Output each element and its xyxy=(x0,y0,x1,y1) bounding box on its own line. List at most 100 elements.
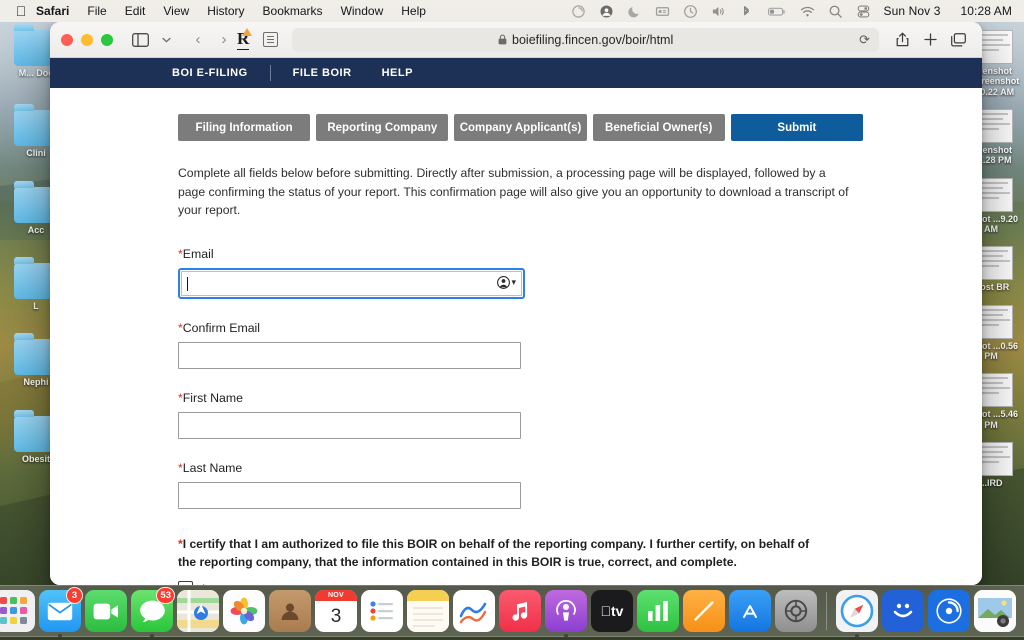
dock-item-notes[interactable] xyxy=(407,590,449,632)
text-cursor xyxy=(187,276,188,291)
reeder-extension-icon[interactable]: R xyxy=(237,28,253,50)
music-icon xyxy=(499,590,541,632)
menu-item-window[interactable]: Window xyxy=(332,4,393,18)
menu-item-safari[interactable]: Safari xyxy=(34,4,78,18)
screen-recording-icon[interactable] xyxy=(571,4,586,19)
menu-bar-clock[interactable]: 10:28 AM xyxy=(960,4,1012,18)
dock-item-numbers[interactable] xyxy=(637,590,679,632)
do-not-disturb-moon-icon[interactable] xyxy=(627,4,642,19)
label-text: Email xyxy=(182,246,214,261)
dock: 3 53 NOV 3 tv xyxy=(0,585,1024,638)
dock-item-calendar[interactable]: NOV 3 xyxy=(315,590,357,632)
dock-item-music[interactable] xyxy=(499,590,541,632)
reminders-icon xyxy=(361,590,403,632)
menu-bar-date[interactable]: Sun Nov 3 xyxy=(884,4,941,18)
zoom-app-icon xyxy=(882,590,924,632)
bluetooth-icon[interactable] xyxy=(739,4,754,19)
dock-item-podcasts[interactable] xyxy=(545,590,587,638)
dock-item-pages[interactable] xyxy=(683,590,725,632)
battery-icon[interactable] xyxy=(767,4,787,19)
calendar-month: NOV xyxy=(315,590,357,601)
tab-reporting-company[interactable]: Reporting Company xyxy=(316,114,449,141)
running-indicator xyxy=(564,634,568,638)
chevron-down-icon: ▾ xyxy=(511,276,516,287)
sidebar-toggle-icon[interactable] xyxy=(127,29,153,51)
tab-company-applicants[interactable]: Company Applicant(s) xyxy=(454,114,587,141)
dock-item-launchpad[interactable] xyxy=(0,590,35,632)
nav-brand-boi-efiling[interactable]: BOI E-FILING xyxy=(172,67,248,79)
dock-item-appstore[interactable] xyxy=(729,590,771,632)
lock-icon xyxy=(498,34,507,45)
dock-item-contacts[interactable] xyxy=(269,590,311,632)
dock-item-findmy[interactable] xyxy=(928,590,970,632)
first-name-input[interactable] xyxy=(178,411,521,439)
menu-item-file[interactable]: File xyxy=(78,4,115,18)
plus-icon[interactable] xyxy=(917,29,943,51)
stage-manager-icon[interactable] xyxy=(599,4,614,19)
dock-item-appletv[interactable]: tv xyxy=(591,590,633,632)
tab-submit[interactable]: Submit xyxy=(730,114,864,141)
menu-item-bookmarks[interactable]: Bookmarks xyxy=(254,4,332,18)
certification-text: I certify that I am authorized to file t… xyxy=(178,536,810,569)
confirm-email-input[interactable] xyxy=(178,341,521,369)
dock-item-zoom[interactable] xyxy=(882,590,924,632)
appletv-wordmark: tv xyxy=(601,603,624,619)
sidebar-chevron-down-icon[interactable] xyxy=(153,29,179,51)
nav-divider xyxy=(269,65,271,81)
control-center-icon[interactable] xyxy=(856,4,871,19)
dock-item-system-settings[interactable] xyxy=(775,590,817,632)
system-settings-icon xyxy=(775,590,817,632)
close-button[interactable] xyxy=(61,33,73,46)
last-name-input[interactable] xyxy=(178,481,521,509)
photos-icon xyxy=(223,590,265,632)
nav-link-file-boir[interactable]: FILE BOIR xyxy=(293,67,352,79)
menu-item-help[interactable]: Help xyxy=(392,4,435,18)
dock-item-safari[interactable] xyxy=(836,590,878,638)
screen-mirroring-icon[interactable] xyxy=(655,4,670,19)
dock-item-preview[interactable] xyxy=(974,590,1016,632)
spotlight-search-icon[interactable] xyxy=(828,4,843,19)
forward-button[interactable]: › xyxy=(211,29,237,51)
dock-item-mail[interactable]: 3 xyxy=(39,587,83,638)
label-text: Confirm Email xyxy=(182,320,261,335)
share-icon[interactable] xyxy=(889,29,915,51)
site-navigation-bar: BOI E-FILING FILE BOIR HELP xyxy=(50,58,982,88)
menu-item-history[interactable]: History xyxy=(198,4,253,18)
dock-item-facetime[interactable] xyxy=(85,590,127,632)
dock-item-maps[interactable] xyxy=(177,590,219,632)
pages-icon xyxy=(683,590,725,632)
instructions-text: Complete all fields below before submitt… xyxy=(178,166,849,218)
form-container: Filing Information Reporting Company Com… xyxy=(178,114,864,585)
autofill-contact-card-icon[interactable]: ▾ xyxy=(497,275,516,289)
menu-item-view[interactable]: View xyxy=(154,4,198,18)
freeform-icon xyxy=(453,590,495,632)
reader-view-icon[interactable] xyxy=(263,32,279,47)
field-label-confirm-email: *Confirm Email xyxy=(178,321,863,335)
running-indicator xyxy=(58,634,62,638)
email-input[interactable] xyxy=(181,270,522,296)
calendar-day: 3 xyxy=(330,605,342,627)
dock-item-messages[interactable]: 53 xyxy=(131,587,175,638)
menu-item-edit[interactable]: Edit xyxy=(116,4,155,18)
maps-icon xyxy=(177,590,219,632)
address-bar[interactable]: boiefiling.fincen.gov/boir/html ⟳ xyxy=(292,27,879,52)
tab-beneficial-owners[interactable]: Beneficial Owner(s) xyxy=(592,114,725,141)
field-confirm-email: *Confirm Email xyxy=(178,321,863,369)
wifi-icon[interactable] xyxy=(800,4,815,19)
apple-logo-icon[interactable]:  xyxy=(8,4,34,18)
dock-item-freeform[interactable] xyxy=(453,590,495,632)
tab-overview-icon[interactable] xyxy=(945,29,971,51)
dock-item-reminders[interactable] xyxy=(361,590,403,632)
volume-icon[interactable] xyxy=(711,4,726,19)
reload-button[interactable]: ⟳ xyxy=(859,32,870,48)
clock-icon[interactable] xyxy=(683,4,698,19)
minimize-button[interactable] xyxy=(81,33,93,46)
back-button[interactable]: ‹ xyxy=(185,29,211,51)
running-indicator xyxy=(150,634,154,638)
tab-filing-information[interactable]: Filing Information xyxy=(178,114,311,141)
podcasts-icon xyxy=(545,590,587,632)
appstore-icon xyxy=(729,590,771,632)
dock-item-photos[interactable] xyxy=(223,590,265,632)
zoom-button[interactable] xyxy=(101,33,113,46)
nav-link-help[interactable]: HELP xyxy=(382,67,413,79)
